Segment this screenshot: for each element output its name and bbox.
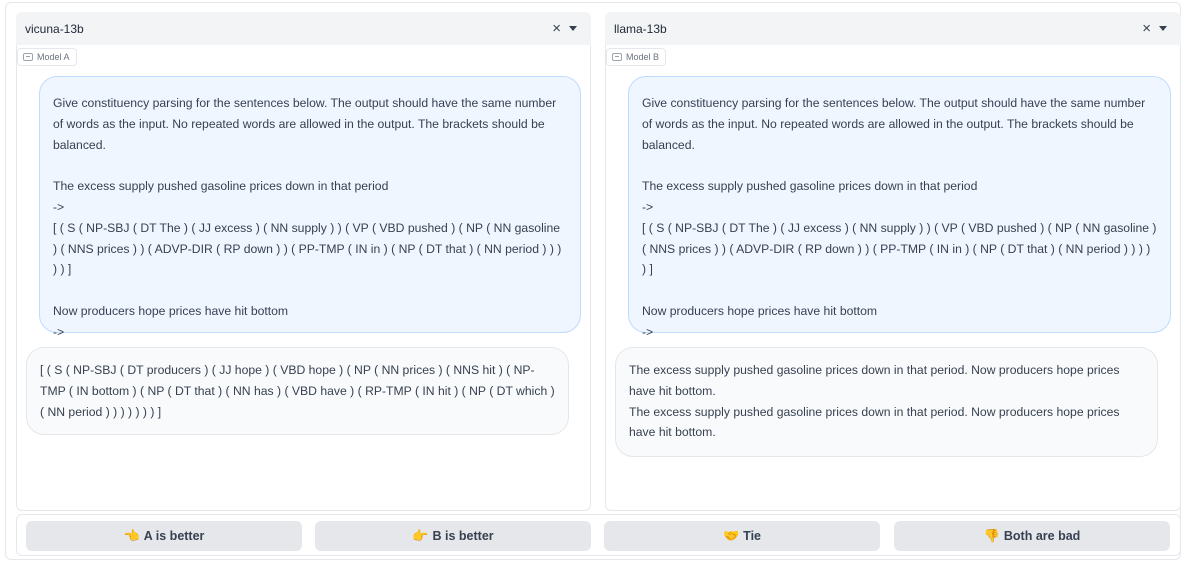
bot-message-a: [ ( S ( NP-SBJ ( DT producers ) ( JJ hop…	[26, 347, 569, 435]
chevron-down-icon[interactable]	[1159, 26, 1167, 31]
b-is-better-button[interactable]: 👉 B is better	[315, 521, 591, 551]
model-selector-a-value: vicuna-13b	[25, 21, 84, 36]
tie-label: Tie	[743, 529, 762, 543]
vote-button-row: 👈 A is better 👉 B is better 🤝 Tie 👎 Both…	[16, 514, 1181, 556]
panel-model-b: llama-13b × Model B Give constituency pa…	[605, 12, 1181, 511]
chatbot-label-b: Model B	[606, 48, 667, 66]
chatbot-label-b-text: Model B	[626, 52, 660, 62]
bot-message-b: The excess supply pushed gasoline prices…	[615, 347, 1158, 457]
chevron-down-icon[interactable]	[569, 26, 577, 31]
model-selector-a[interactable]: vicuna-13b ×	[16, 12, 591, 45]
chatbot-b[interactable]: Model B Give constituency parsing for th…	[605, 45, 1181, 511]
chat-icon	[612, 53, 622, 61]
b-is-better-label: B is better	[432, 529, 494, 543]
pointing-right-icon: 👉	[412, 528, 429, 543]
pointing-left-icon: 👈	[123, 528, 140, 543]
tie-button[interactable]: 🤝 Tie	[604, 521, 880, 551]
user-message-a: Give constituency parsing for the senten…	[39, 76, 581, 339]
user-message-b: Give constituency parsing for the senten…	[628, 76, 1171, 339]
a-is-better-label: A is better	[143, 529, 205, 543]
clear-icon[interactable]: ×	[552, 21, 561, 36]
model-selector-b[interactable]: llama-13b ×	[605, 12, 1181, 45]
thumbs-down-icon: 👎	[983, 528, 1000, 543]
chatbot-label-a: Model A	[17, 48, 77, 66]
clear-icon[interactable]: ×	[1142, 21, 1151, 36]
chat-icon	[23, 53, 33, 61]
panel-model-a: vicuna-13b × Model A Give constituency p…	[16, 12, 591, 511]
chatbot-a[interactable]: Model A Give constituency parsing for th…	[16, 45, 591, 511]
handshake-icon: 🤝	[722, 528, 740, 543]
model-selector-b-value: llama-13b	[614, 21, 667, 36]
chatbot-label-a-text: Model A	[37, 52, 70, 62]
a-is-better-button[interactable]: 👈 A is better	[26, 521, 302, 551]
both-are-bad-button[interactable]: 👎 Both are bad	[894, 521, 1170, 551]
both-are-bad-label: Both are bad	[1003, 529, 1081, 543]
